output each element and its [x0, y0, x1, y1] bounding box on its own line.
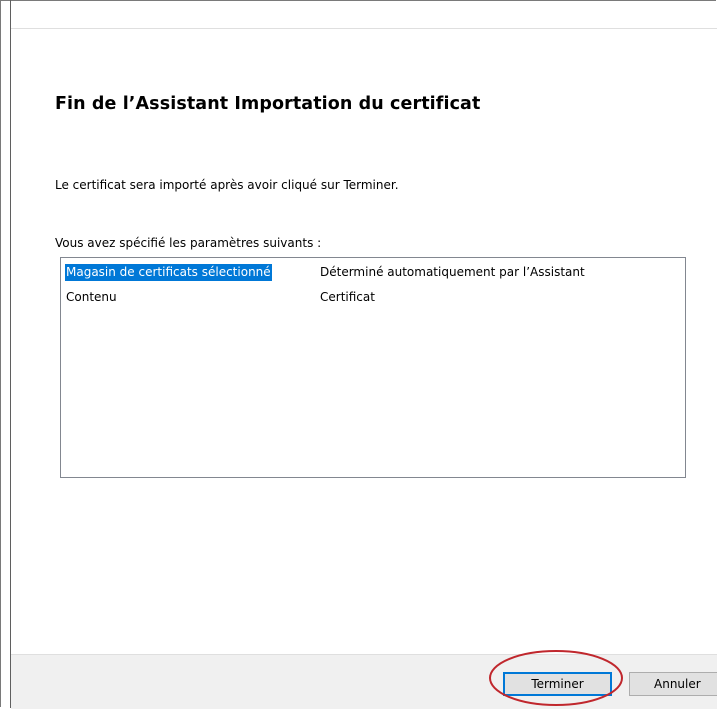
wizard-title: Fin de l’Assistant Importation du certif… — [55, 94, 481, 114]
finish-button[interactable]: Terminer — [503, 672, 612, 696]
info-text: Le certificat sera importé après avoir c… — [55, 178, 399, 192]
dialog-left-border — [10, 0, 11, 708]
setting-key[interactable]: Contenu — [65, 289, 118, 306]
setting-value: Certificat — [320, 290, 375, 304]
settings-label: Vous avez spécifié les paramètres suivan… — [55, 236, 322, 250]
setting-value: Déterminé automatiquement par l’Assistan… — [320, 265, 585, 279]
setting-key[interactable]: Magasin de certificats sélectionné — [65, 264, 272, 281]
settings-list[interactable]: Magasin de certificats sélectionné Déter… — [60, 257, 686, 478]
header-divider — [11, 28, 717, 29]
cancel-button[interactable]: Annuler — [629, 672, 717, 696]
